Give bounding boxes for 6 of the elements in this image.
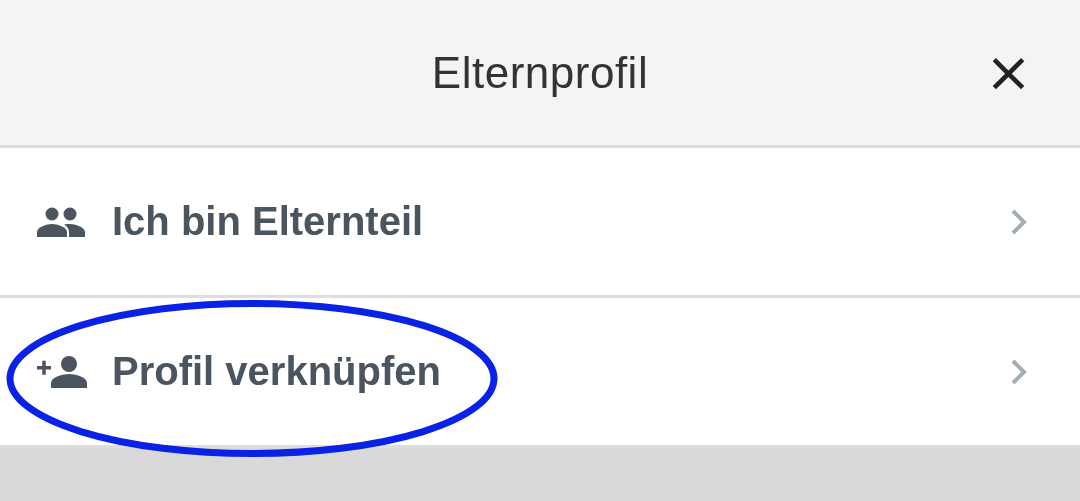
people-icon <box>37 206 85 237</box>
chevron-right-icon <box>1010 207 1028 236</box>
dialog-title: Elternprofil <box>431 47 649 98</box>
add-person-icon <box>37 355 87 388</box>
close-button[interactable]: × <box>985 42 1025 102</box>
chevron-right-icon <box>1010 357 1028 386</box>
